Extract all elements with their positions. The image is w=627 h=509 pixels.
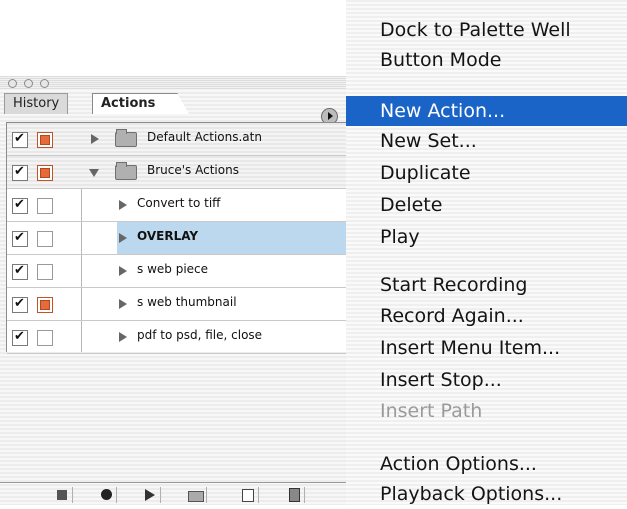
record-icon — [100, 489, 112, 500]
palette-popup-menu: Dock to Palette Well Button Mode New Act… — [346, 0, 627, 505]
toggle-item-checkbox[interactable] — [12, 164, 28, 181]
toggle-dialog-icon[interactable] — [37, 297, 53, 313]
folder-icon — [115, 162, 137, 180]
menu-item-insert-stop[interactable]: Insert Stop... — [346, 365, 627, 395]
new-action-icon — [242, 489, 254, 502]
action-label: s web piece — [137, 262, 209, 276]
stop-icon — [57, 490, 67, 500]
toggle-item-checkbox[interactable] — [12, 131, 28, 148]
toggle-dialog-icon[interactable] — [37, 231, 53, 247]
menu-item-insert-menu-item[interactable]: Insert Menu Item... — [346, 333, 627, 363]
menu-item-insert-path: Insert Path — [380, 400, 483, 422]
folder-icon — [115, 129, 137, 147]
actions-list: Default Actions.atn Bruce's Actions Conv… — [6, 122, 351, 354]
toggle-dialog-icon[interactable] — [37, 198, 53, 214]
minimize-window-icon[interactable] — [24, 79, 33, 88]
menu-item-new-action[interactable]: New Action... — [346, 96, 627, 126]
record-button[interactable] — [96, 487, 117, 503]
toggle-dialog-icon[interactable] — [37, 264, 53, 280]
palette-titlebar[interactable] — [0, 76, 350, 90]
expand-triangle-icon[interactable] — [119, 233, 127, 243]
new-set-icon — [188, 491, 204, 502]
toggle-dialog-icon[interactable] — [37, 165, 53, 181]
action-label: Convert to tiff — [137, 196, 221, 210]
menu-item-start-recording[interactable]: Start Recording — [346, 270, 627, 300]
action-label: OVERLAY — [137, 229, 199, 243]
new-action-button[interactable] — [238, 487, 259, 503]
expand-triangle-icon[interactable] — [91, 134, 99, 144]
menu-item-new-set[interactable]: New Set... — [346, 126, 627, 156]
expand-triangle-icon[interactable] — [119, 332, 127, 342]
toggle-item-checkbox[interactable] — [12, 230, 28, 247]
menu-item-button-mode[interactable]: Button Mode — [346, 45, 627, 75]
palette-tabs: History Actions — [0, 90, 350, 125]
toggle-item-checkbox[interactable] — [12, 329, 28, 346]
play-button[interactable] — [140, 487, 161, 503]
set-label: Default Actions.atn — [147, 130, 262, 144]
zoom-window-icon[interactable] — [40, 79, 49, 88]
set-label: Bruce's Actions — [147, 163, 239, 177]
menu-item-action-options[interactable]: Action Options... — [346, 449, 627, 479]
delete-button[interactable] — [284, 487, 305, 503]
new-set-button[interactable] — [186, 487, 207, 503]
menu-item-delete[interactable]: Delete — [346, 190, 627, 220]
expand-triangle-icon[interactable] — [119, 299, 127, 309]
list-item-default-actions[interactable]: Default Actions.atn — [7, 123, 351, 156]
actions-palette: History Actions Default Actions.atn Bruc… — [0, 76, 351, 506]
toggle-dialog-icon[interactable] — [37, 132, 53, 148]
tab-history[interactable]: History — [4, 93, 69, 114]
expand-triangle-icon[interactable] — [119, 266, 127, 276]
action-label: pdf to psd, file, close — [137, 328, 263, 342]
palette-bottom-bar — [0, 482, 350, 506]
menu-item-dock-to-palette-well[interactable]: Dock to Palette Well — [346, 15, 627, 45]
trash-icon — [288, 488, 300, 502]
toggle-item-checkbox[interactable] — [12, 197, 28, 214]
list-item-pdf-to-psd[interactable]: pdf to psd, file, close — [7, 321, 351, 354]
list-item-s-web-piece[interactable]: s web piece — [7, 255, 351, 288]
collapse-triangle-icon[interactable] — [89, 169, 99, 177]
expand-triangle-icon[interactable] — [119, 200, 127, 210]
list-item-overlay[interactable]: OVERLAY — [7, 222, 351, 255]
list-item-bruces-actions[interactable]: Bruce's Actions — [7, 156, 351, 189]
toggle-dialog-icon[interactable] — [37, 330, 53, 346]
tab-actions[interactable]: Actions — [92, 93, 190, 114]
menu-item-duplicate[interactable]: Duplicate — [346, 158, 627, 188]
action-label: s web thumbnail — [137, 295, 237, 309]
toggle-item-checkbox[interactable] — [12, 263, 28, 280]
list-item-convert-to-tiff[interactable]: Convert to tiff — [7, 189, 351, 222]
list-item-s-web-thumbnail[interactable]: s web thumbnail — [7, 288, 351, 321]
toggle-item-checkbox[interactable] — [12, 296, 28, 313]
menu-item-play[interactable]: Play — [346, 222, 627, 252]
close-window-icon[interactable] — [8, 79, 17, 88]
menu-item-record-again[interactable]: Record Again... — [346, 301, 627, 331]
play-icon — [145, 489, 155, 501]
stop-button[interactable] — [52, 487, 73, 503]
